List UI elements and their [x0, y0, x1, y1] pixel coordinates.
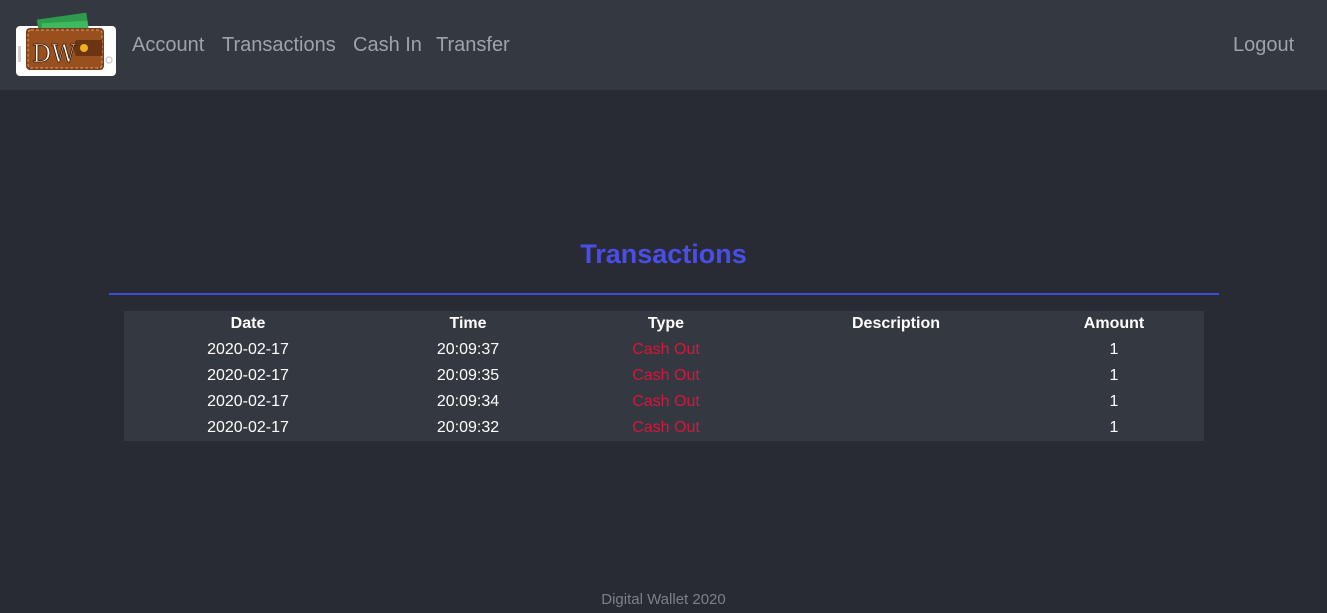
- table-row: 2020-02-17 20:09:37 Cash Out 1: [124, 337, 1204, 363]
- cell-type: Cash Out: [632, 393, 700, 410]
- table-row: 2020-02-17 20:09:34 Cash Out 1: [124, 389, 1204, 415]
- navbar: DW Account Transactions Cash In Transfer…: [0, 0, 1327, 90]
- table-header-row: Date Time Type Description Amount: [124, 311, 1204, 337]
- transactions-table-container: Date Time Type Description Amount 2020-0…: [124, 311, 1204, 441]
- page-title: Transactions: [580, 239, 747, 269]
- transactions-table: Date Time Type Description Amount 2020-0…: [124, 311, 1204, 441]
- wallet-logo[interactable]: DW: [16, 12, 116, 76]
- cell-type: Cash Out: [632, 419, 700, 436]
- column-header-type: Type: [647, 315, 685, 332]
- cell-amount: 1: [1109, 393, 1119, 410]
- title-divider: [109, 293, 1219, 295]
- column-header-date: Date: [230, 315, 266, 332]
- cell-type: Cash Out: [632, 367, 700, 384]
- cell-date: 2020-02-17: [207, 341, 289, 358]
- cell-time: 20:09:34: [436, 393, 500, 410]
- column-header-amount: Amount: [1083, 315, 1145, 332]
- cell-type: Cash Out: [632, 341, 700, 358]
- logout-link[interactable]: Logout: [1233, 32, 1294, 58]
- cell-description: [768, 363, 1024, 389]
- wallet-icon: DW: [18, 12, 113, 70]
- cell-amount: 1: [1109, 341, 1119, 358]
- cell-date: 2020-02-17: [207, 393, 289, 410]
- column-header-description: Description: [851, 315, 940, 332]
- cell-time: 20:09:32: [436, 419, 500, 436]
- footer-text: Digital Wallet 2020: [601, 591, 726, 608]
- cell-amount: 1: [1109, 419, 1119, 436]
- cell-time: 20:09:37: [436, 341, 500, 358]
- logo-text: DW: [32, 40, 76, 68]
- cell-amount: 1: [1109, 367, 1119, 384]
- cell-date: 2020-02-17: [207, 367, 289, 384]
- cell-description: [768, 389, 1024, 415]
- nav-link-transfer[interactable]: Transfer: [436, 32, 510, 58]
- nav-link-account[interactable]: Account: [132, 32, 204, 58]
- cell-time: 20:09:35: [436, 367, 500, 384]
- cell-description: [768, 415, 1024, 441]
- column-header-time: Time: [449, 315, 487, 332]
- cell-description: [768, 337, 1024, 363]
- nav-link-cash-in[interactable]: Cash In: [353, 32, 422, 58]
- nav-link-transactions[interactable]: Transactions: [222, 32, 336, 58]
- table-row: 2020-02-17 20:09:35 Cash Out 1: [124, 363, 1204, 389]
- table-row: 2020-02-17 20:09:32 Cash Out 1: [124, 415, 1204, 441]
- cell-date: 2020-02-17: [207, 419, 289, 436]
